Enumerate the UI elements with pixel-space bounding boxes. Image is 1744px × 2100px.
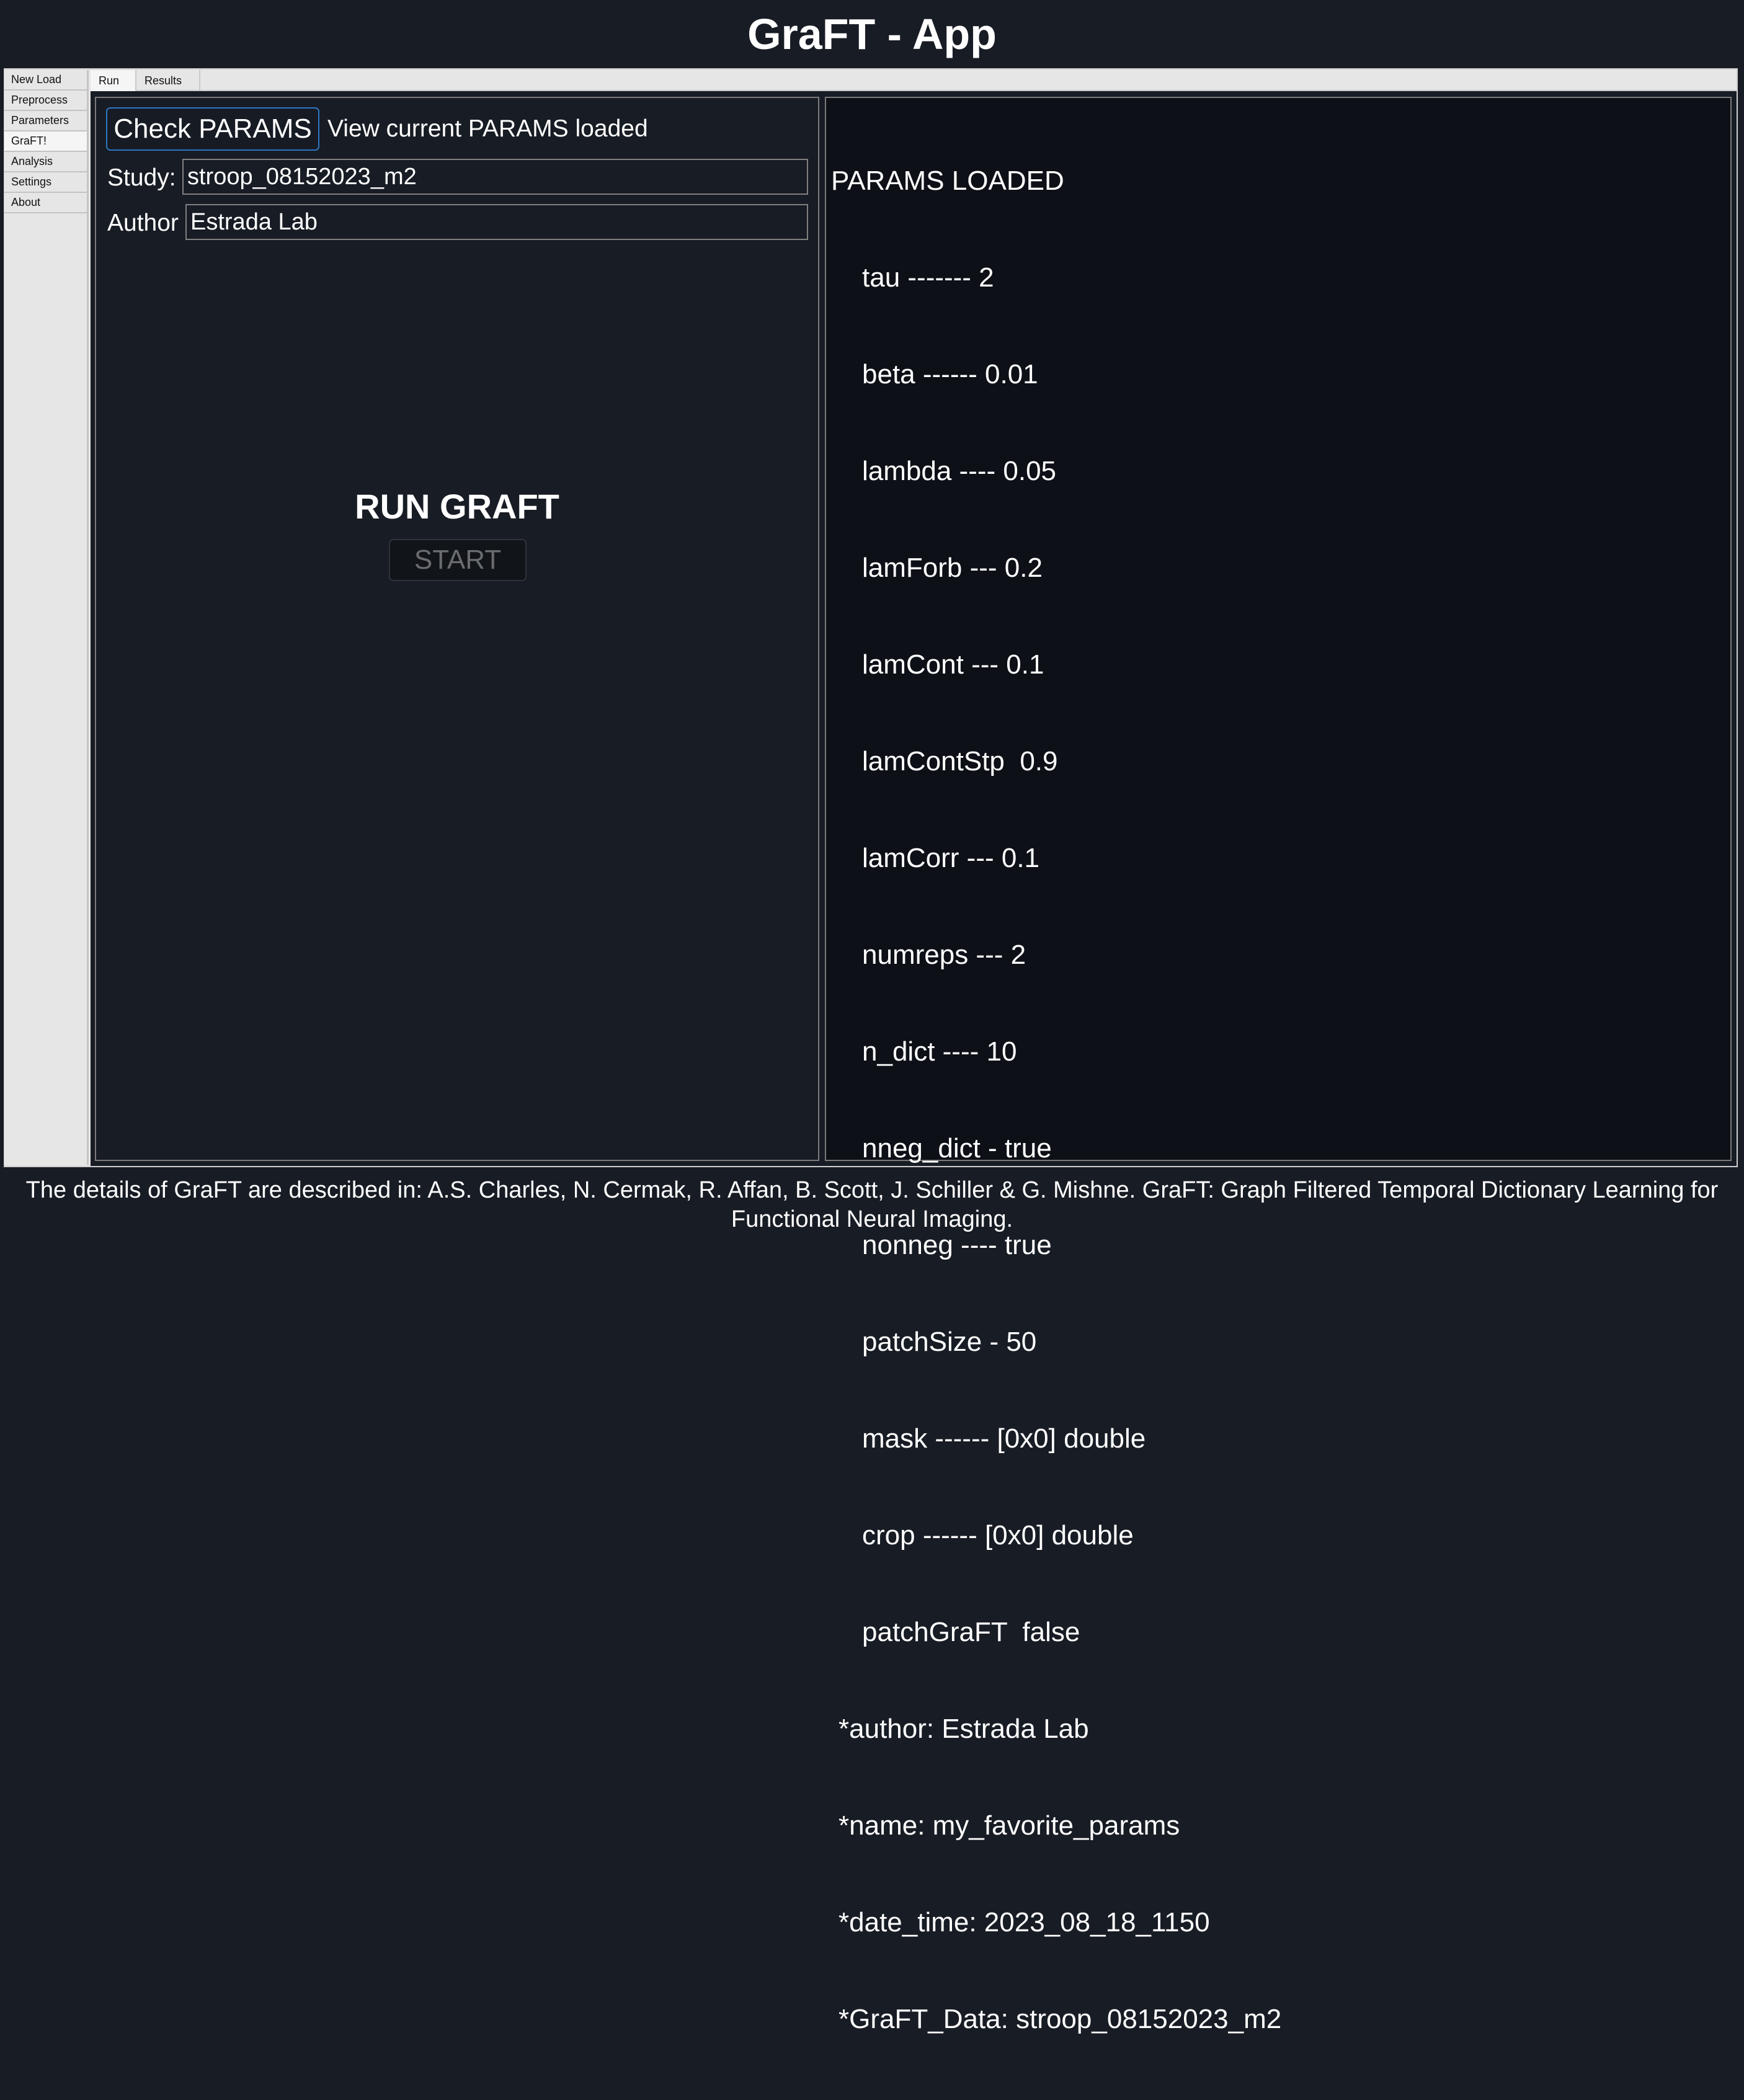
params-display-panel: PARAMS LOADED tau ------- 2 beta ------ … [825,97,1732,2034]
author-label: Author [107,210,179,236]
sidebar-item-settings[interactable]: Settings [4,172,87,193]
citation-line-1: The details of GraFT are described in: A… [25,1177,1719,1203]
params-heading: PARAMS LOADED [831,166,1064,196]
meta-date-time: *date_time: 2023_08_18_1150 [839,1907,1210,1938]
citation-line-2: Functional Neural Imaging. [731,1206,1013,1232]
app-header: GraFT - App [0,0,1744,68]
sidebar-item-new-load[interactable]: New Load [4,70,87,91]
sidebar-item-analysis[interactable]: Analysis [4,152,87,172]
study-label: Study: [107,164,176,191]
tab-results[interactable]: Results [136,70,200,91]
param-line: lambda ---- 0.05 [862,456,1057,486]
run-graft-title: RUN GRAFT [355,487,559,526]
author-input[interactable] [185,204,808,240]
param-line: n_dict ---- 10 [862,1036,1017,1067]
param-line: numreps --- 2 [862,940,1026,970]
sidebar-item-graft[interactable]: GraFT! [4,131,87,152]
param-line: patchSize - 50 [862,1327,1037,1357]
citation-footer: The details of GraFT are described in: A… [0,1167,1744,1234]
param-line: mask ------ [0x0] double [862,1423,1146,1454]
sidebar-item-parameters[interactable]: Parameters [4,111,87,131]
sidebar-item-preprocess[interactable]: Preprocess [4,91,87,111]
start-button[interactable]: START [389,539,527,581]
params-text: PARAMS LOADED tau ------- 2 beta ------ … [831,100,1281,2100]
param-line: lamCont --- 0.1 [862,649,1044,680]
tab-run[interactable]: Run [91,70,136,91]
param-line: lamCorr --- 0.1 [862,843,1040,873]
param-line: beta ------ 0.01 [862,359,1038,389]
study-input[interactable] [182,159,808,195]
sidebar-item-about[interactable]: About [4,193,87,213]
tab-bar: Run Results [91,70,1737,91]
meta-graft-data: *GraFT_Data: stroop_08152023_m2 [839,2004,1282,2034]
param-line: crop ------ [0x0] double [862,1520,1134,1551]
check-params-description: View current PARAMS loaded [327,115,648,142]
run-panel: Check PARAMS View current PARAMS loaded … [95,97,819,1161]
param-line: nneg_dict - true [862,1133,1052,1163]
meta-author: *author: Estrada Lab [839,1714,1089,1744]
param-line: lamContStp 0.9 [862,746,1058,776]
param-line: lamForb --- 0.2 [862,553,1043,583]
param-line: tau ------- 2 [862,262,994,293]
param-line: patchGraFT false [862,1617,1080,1647]
sidebar: New Load Preprocess Parameters GraFT! An… [4,70,89,1165]
meta-name: *name: my_favorite_params [839,1810,1180,1841]
app-title: GraFT - App [747,10,997,58]
check-params-button[interactable]: Check PARAMS [106,107,319,151]
